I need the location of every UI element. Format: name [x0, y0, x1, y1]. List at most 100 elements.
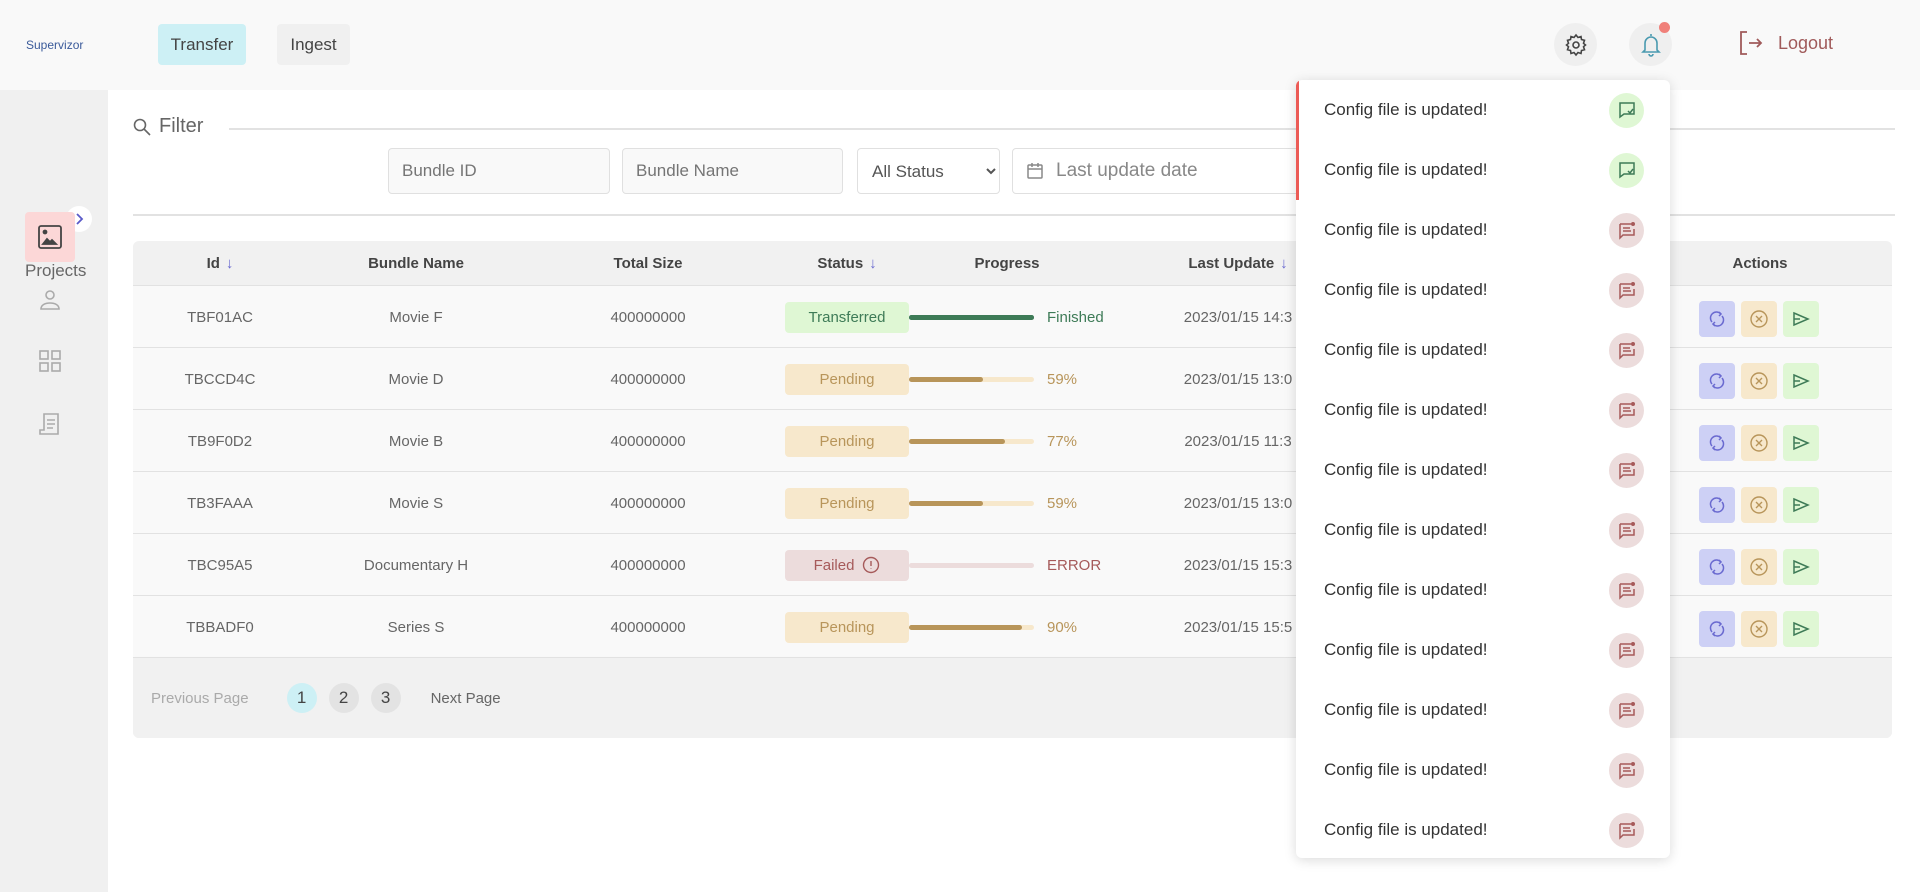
settings-button[interactable]: [1554, 23, 1597, 66]
date-picker[interactable]: Last update date: [1012, 148, 1312, 194]
send-icon: [1793, 621, 1810, 637]
sidebar-item-media[interactable]: [25, 212, 75, 262]
progress-cell: 90%: [909, 596, 1077, 658]
cancel-button[interactable]: [1741, 425, 1777, 461]
cell-name: Series S: [387, 618, 445, 636]
cancel-button[interactable]: [1741, 301, 1777, 337]
status-badge: Pending: [785, 425, 909, 457]
cell-status: Pending: [785, 410, 909, 472]
sort-arrow-icon: ↓: [1280, 255, 1288, 272]
progress-label: 59%: [1047, 370, 1078, 388]
notifications-dropdown: Config file is updated! Config file is up…: [1296, 80, 1670, 858]
next-page-button[interactable]: Next Page: [431, 690, 501, 707]
progress-cell: Finished: [909, 286, 1104, 348]
nav-ingest-tab[interactable]: Ingest: [277, 24, 350, 65]
notification-item[interactable]: Config file is updated!: [1296, 80, 1670, 140]
col-status[interactable]: Status ↓: [817, 255, 876, 272]
retry-button[interactable]: [1699, 425, 1735, 461]
notification-item[interactable]: Config file is updated!: [1296, 680, 1670, 740]
sidebar-item-dashboard[interactable]: [25, 336, 75, 386]
status-badge: Pending: [785, 487, 909, 519]
notification-item[interactable]: Config file is updated!: [1296, 260, 1670, 320]
notification-item[interactable]: Config file is updated!: [1296, 500, 1670, 560]
previous-page-button[interactable]: Previous Page: [151, 690, 249, 707]
grid-icon: [39, 350, 61, 372]
status-label: Pending: [819, 370, 875, 388]
bundle-id-input[interactable]: [388, 148, 610, 194]
retry-button[interactable]: [1699, 611, 1735, 647]
cancel-button[interactable]: [1741, 549, 1777, 585]
page-3-button[interactable]: 3: [370, 683, 401, 713]
alert-circle-icon: [863, 556, 880, 574]
progress-fill: [909, 624, 1022, 630]
sidebar-item-reports[interactable]: [25, 400, 75, 450]
notification-item[interactable]: Config file is updated!: [1296, 380, 1670, 440]
progress-label: 59%: [1047, 494, 1078, 512]
notification-item[interactable]: Config file is updated!: [1296, 740, 1670, 800]
page-2-button[interactable]: 2: [328, 683, 359, 713]
send-button[interactable]: [1783, 487, 1819, 523]
progress-bar: [909, 314, 1034, 320]
send-button[interactable]: [1783, 549, 1819, 585]
progress-label: Finished: [1047, 308, 1104, 326]
status-badge: Pending: [785, 611, 909, 643]
col-last-update[interactable]: Last Update ↓: [1188, 255, 1287, 272]
send-icon: [1793, 559, 1810, 575]
cell-last-update: 2023/01/15 15:5: [1183, 618, 1293, 636]
search-icon: [133, 118, 151, 136]
send-button[interactable]: [1783, 301, 1819, 337]
row-actions: [1699, 611, 1819, 647]
cell-status: Pending: [785, 472, 909, 534]
progress-fill: [909, 438, 1006, 444]
cell-name: Movie D: [388, 370, 444, 388]
notification-item[interactable]: Config file is updated!: [1296, 620, 1670, 680]
cell-size: 400000000: [610, 556, 686, 574]
cell-size: 400000000: [610, 494, 686, 512]
notification-text: Config file is updated!: [1324, 220, 1488, 239]
cell-name: Documentary H: [363, 556, 469, 574]
cancel-button[interactable]: [1741, 363, 1777, 399]
send-button[interactable]: [1783, 611, 1819, 647]
notification-item[interactable]: Config file is updated!: [1296, 800, 1670, 858]
notification-item[interactable]: Config file is updated!: [1296, 140, 1670, 200]
notification-text: Config file is updated!: [1324, 760, 1488, 779]
page-1-button[interactable]: 1: [286, 683, 317, 713]
notification-item[interactable]: Config file is updated!: [1296, 440, 1670, 500]
sidebar-item-users[interactable]: [25, 275, 75, 325]
retry-button[interactable]: [1699, 487, 1735, 523]
col-size: Total Size: [613, 255, 683, 272]
nav-transfer-tab[interactable]: Transfer: [158, 24, 246, 65]
logout-button[interactable]: Logout: [1738, 30, 1833, 56]
notification-text: Config file is updated!: [1324, 160, 1488, 179]
unread-message-icon: [1609, 752, 1644, 788]
refresh-icon: [1709, 621, 1725, 637]
receipt-icon: [39, 413, 59, 435]
row-actions: [1699, 425, 1819, 461]
date-placeholder: Last update date: [1056, 160, 1198, 181]
status-select[interactable]: All Status: [857, 148, 1000, 194]
send-button[interactable]: [1783, 425, 1819, 461]
cell-last-update: 2023/01/15 15:3: [1183, 556, 1293, 574]
bundle-name-input[interactable]: [622, 148, 843, 194]
col-progress: Progress: [974, 255, 1040, 272]
cell-status: Pending: [785, 348, 909, 410]
cell-id: TB9F0D2: [187, 432, 253, 450]
notification-item[interactable]: Config file is updated!: [1296, 320, 1670, 380]
retry-button[interactable]: [1699, 549, 1735, 585]
retry-button[interactable]: [1699, 301, 1735, 337]
sidebar: Projects: [0, 90, 108, 892]
progress-fill: [909, 314, 1034, 320]
cell-name: Movie S: [388, 494, 444, 512]
cancel-button[interactable]: [1741, 611, 1777, 647]
cell-last-update: 2023/01/15 13:0: [1183, 494, 1293, 512]
unread-dot: [1659, 22, 1670, 33]
send-button[interactable]: [1783, 363, 1819, 399]
col-id[interactable]: Id ↓: [207, 255, 234, 272]
notification-item[interactable]: Config file is updated!: [1296, 560, 1670, 620]
notifications-button[interactable]: [1629, 22, 1672, 66]
retry-button[interactable]: [1699, 363, 1735, 399]
close-circle-icon: [1750, 310, 1768, 328]
notification-item[interactable]: Config file is updated!: [1296, 200, 1670, 260]
col-name: Bundle Name: [368, 255, 464, 272]
cancel-button[interactable]: [1741, 487, 1777, 523]
